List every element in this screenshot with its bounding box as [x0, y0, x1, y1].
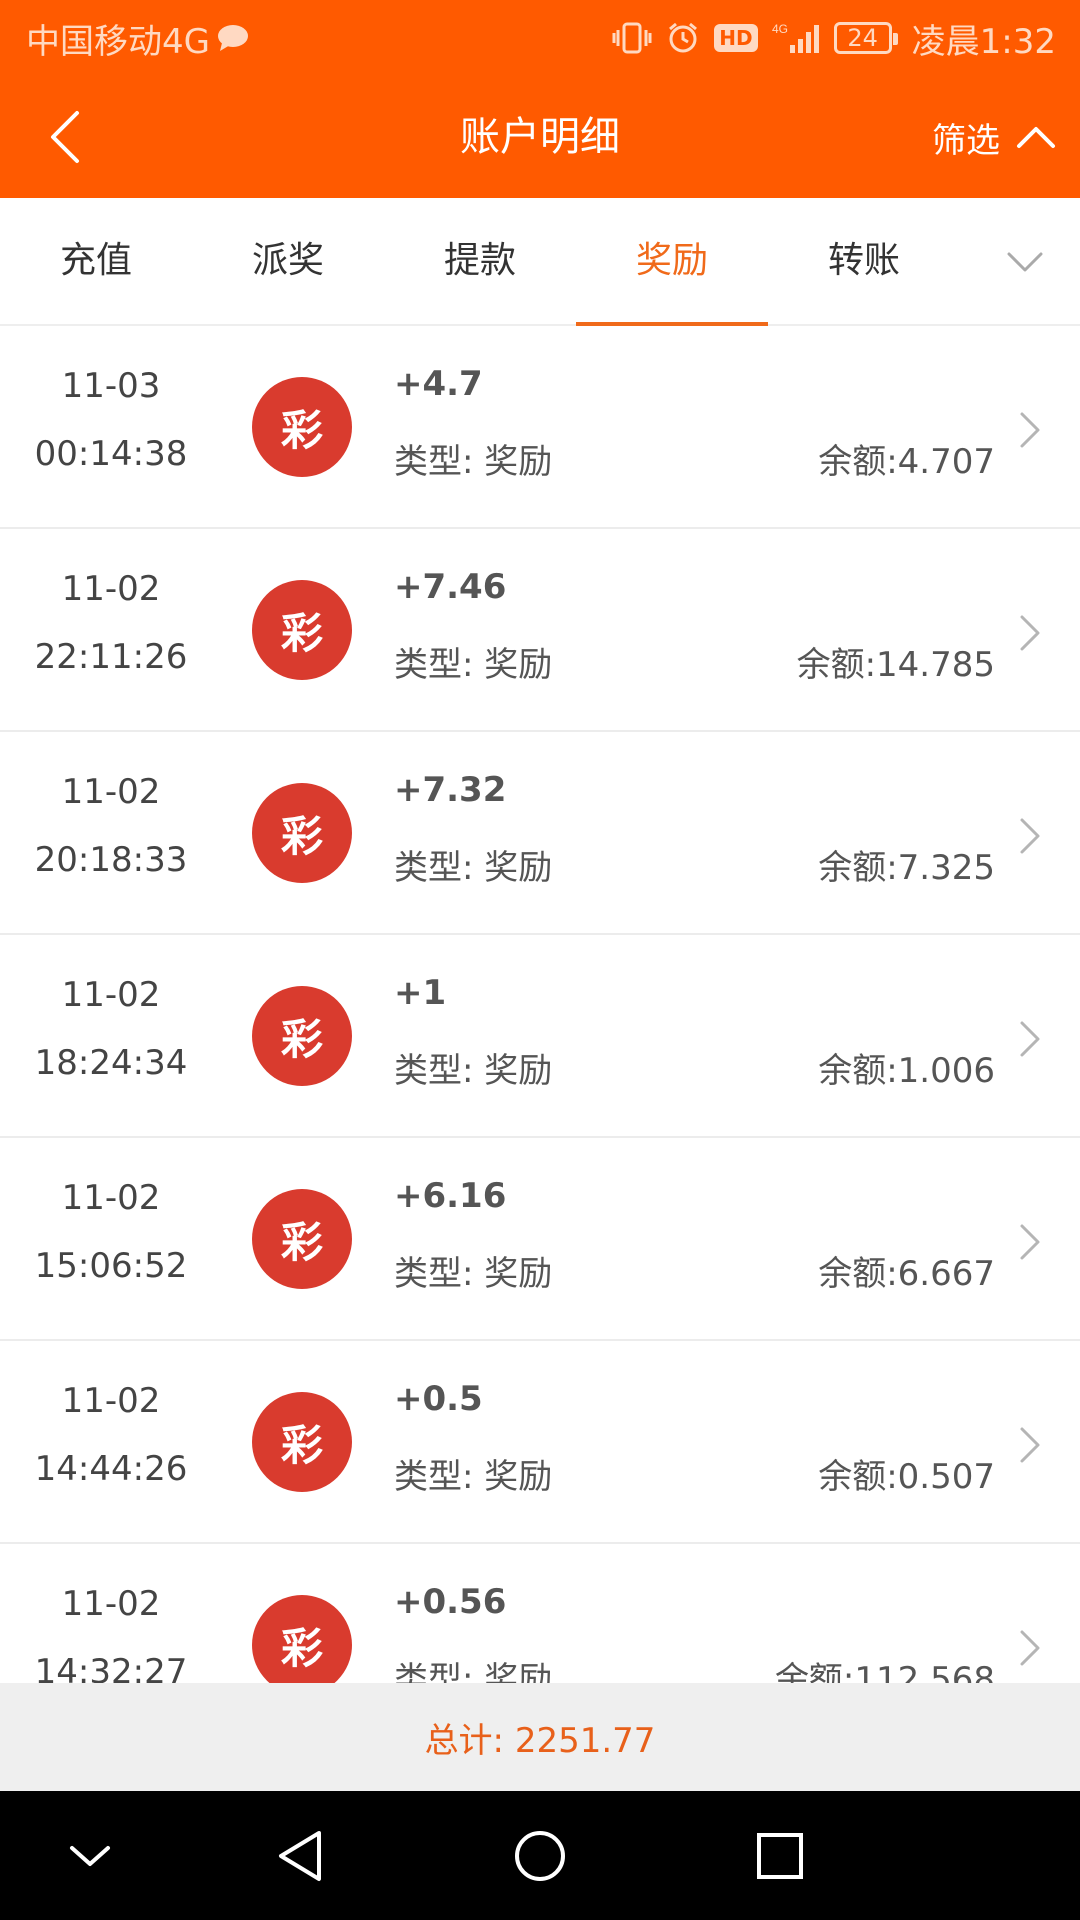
record-time: 15:06:52 [34, 1246, 188, 1286]
record-amount: +7.32 [394, 770, 507, 810]
chevron-down-icon [70, 1846, 110, 1866]
square-recents-icon [757, 1833, 803, 1879]
record-amount: +4.7 [394, 364, 483, 404]
record-time: 22:11:26 [34, 637, 188, 677]
nav-back-button[interactable] [265, 1821, 335, 1891]
record-date: 11-02 [61, 1381, 161, 1421]
record-type: 类型: 奖励 [394, 645, 553, 685]
nav-recents-button[interactable] [745, 1821, 815, 1891]
tab-reward[interactable]: 奖励 [576, 198, 768, 328]
lottery-badge-icon: 彩 [252, 580, 352, 680]
tab-recharge[interactable]: 充值 [0, 198, 192, 326]
list-item[interactable]: 11-02 14:32:27 彩 +0.56 类型: 奖励 余额:112.568 [0, 1544, 1080, 1683]
chevron-right-icon [1020, 412, 1040, 448]
lottery-badge-icon: 彩 [252, 1595, 352, 1683]
list-item[interactable]: 11-02 14:44:26 彩 +0.5 类型: 奖励 余额:0.507 [0, 1341, 1080, 1544]
record-type: 类型: 奖励 [394, 848, 553, 888]
record-amount: +0.5 [394, 1379, 483, 1419]
hd-icon: HD [714, 24, 758, 52]
battery-icon: 24 [833, 22, 898, 54]
record-type: 类型: 奖励 [394, 1254, 553, 1294]
tabs-more-button[interactable] [1000, 238, 1050, 286]
lottery-badge-icon: 彩 [252, 783, 352, 883]
record-balance: 余额:1.006 [818, 1051, 995, 1091]
chevron-left-icon [51, 111, 79, 163]
circle-home-icon [515, 1831, 565, 1881]
record-date: 11-03 [61, 366, 161, 406]
clock-label: 凌晨1:32 [911, 21, 1056, 62]
record-date: 11-02 [61, 569, 161, 609]
record-type: 类型: 奖励 [394, 1051, 553, 1091]
chevron-right-icon [1020, 1630, 1040, 1666]
chevron-right-icon [1020, 1224, 1040, 1260]
record-balance: 余额:6.667 [818, 1254, 995, 1294]
lottery-badge-icon: 彩 [252, 1392, 352, 1492]
system-nav-bar [0, 1791, 1080, 1920]
record-amount: +1 [394, 973, 447, 1013]
back-button[interactable] [30, 102, 100, 172]
chevron-right-icon [1020, 1021, 1040, 1057]
record-date: 11-02 [61, 1584, 161, 1624]
triangle-back-icon [279, 1831, 321, 1881]
chevron-right-icon [1020, 1427, 1040, 1463]
signal-icon: 4G [772, 21, 820, 55]
record-date: 11-02 [61, 975, 161, 1015]
record-type: 类型: 奖励 [394, 442, 553, 482]
list-item[interactable]: 11-02 22:11:26 彩 +7.46 类型: 奖励 余额:14.785 [0, 529, 1080, 732]
record-amount: +0.56 [394, 1582, 507, 1622]
record-balance: 余额:4.707 [818, 442, 995, 482]
record-time: 20:18:33 [34, 840, 188, 880]
chevron-down-icon [1007, 252, 1043, 272]
list-item[interactable]: 11-02 18:24:34 彩 +1 类型: 奖励 余额:1.006 [0, 935, 1080, 1138]
alarm-icon [666, 21, 700, 55]
list-item[interactable]: 11-03 00:14:38 彩 +4.7 类型: 奖励 余额:4.707 [0, 326, 1080, 529]
filter-button[interactable]: 筛选 [932, 76, 1056, 198]
lottery-badge-icon: 彩 [252, 377, 352, 477]
record-date: 11-02 [61, 1178, 161, 1218]
lottery-badge-icon: 彩 [252, 1189, 352, 1289]
records-list: 11-03 00:14:38 彩 +4.7 类型: 奖励 余额:4.707 11… [0, 326, 1080, 1683]
record-date: 11-02 [61, 772, 161, 812]
filter-label: 筛选 [932, 120, 1000, 161]
list-item[interactable]: 11-02 20:18:33 彩 +7.32 类型: 奖励 余额:7.325 [0, 732, 1080, 935]
record-amount: +6.16 [394, 1176, 507, 1216]
chevron-right-icon [1020, 615, 1040, 651]
record-balance: 余额:112.568 [774, 1660, 995, 1683]
chevron-up-icon [1017, 127, 1055, 148]
chevron-right-icon [1020, 818, 1040, 854]
total-summary: 总计: 2251.77 [0, 1683, 1080, 1791]
status-left: 中国移动4G [26, 14, 250, 63]
vibrate-icon [612, 21, 652, 55]
record-time: 14:44:26 [34, 1449, 188, 1489]
record-time: 14:32:27 [34, 1652, 188, 1683]
page-title: 账户明细 [460, 114, 620, 160]
carrier-label: 中国移动4G [26, 21, 210, 62]
status-bar: 中国移动4G HD 4G 24 凌晨1:32 [0, 0, 1080, 76]
record-time: 18:24:34 [34, 1043, 188, 1083]
record-balance: 余额:0.507 [818, 1457, 995, 1497]
screen: 中国移动4G HD 4G 24 凌晨1:32 账户明细 筛选 充值 派奖 提款 … [0, 0, 1080, 1920]
message-icon [216, 23, 250, 53]
hide-nav-button[interactable] [55, 1821, 125, 1891]
record-balance: 余额:14.785 [796, 645, 995, 685]
tab-payout[interactable]: 派奖 [192, 198, 384, 326]
tab-transfer[interactable]: 转账 [768, 198, 960, 326]
record-time: 00:14:38 [34, 434, 188, 474]
app-header: 账户明细 筛选 [0, 76, 1080, 198]
tab-withdraw[interactable]: 提款 [384, 198, 576, 326]
record-balance: 余额:7.325 [818, 848, 995, 888]
type-tabs: 充值 派奖 提款 奖励 转账 [0, 198, 1080, 328]
record-type: 类型: 奖励 [394, 1660, 553, 1683]
list-item[interactable]: 11-02 15:06:52 彩 +6.16 类型: 奖励 余额:6.667 [0, 1138, 1080, 1341]
record-amount: +7.46 [394, 567, 507, 607]
record-type: 类型: 奖励 [394, 1457, 553, 1497]
status-right: HD 4G 24 凌晨1:32 [612, 14, 1056, 63]
nav-home-button[interactable] [505, 1821, 575, 1891]
lottery-badge-icon: 彩 [252, 986, 352, 1086]
network-type-label: 4G [772, 22, 788, 36]
